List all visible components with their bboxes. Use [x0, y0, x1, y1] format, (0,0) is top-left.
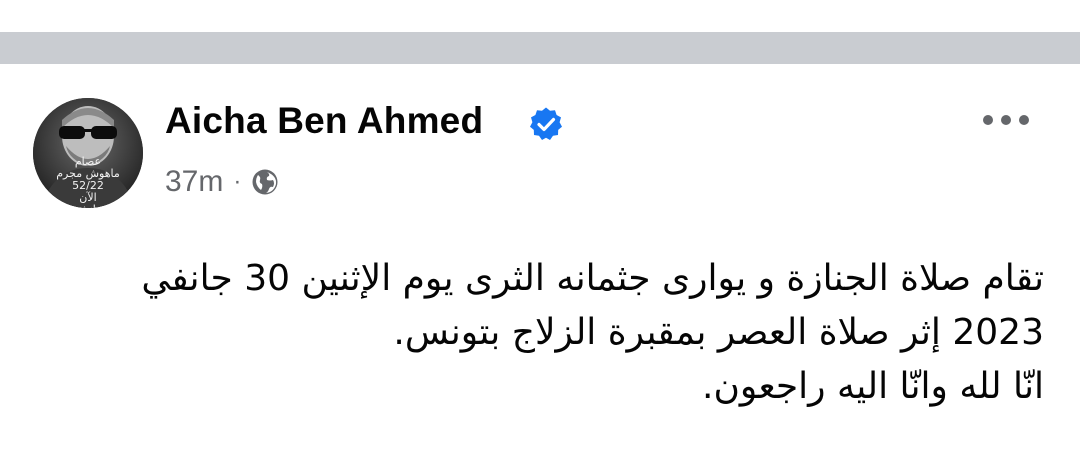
more-options-icon [983, 115, 1029, 125]
post-body-line: تقام صلاة الجنازة و يوارى جثمانه الثرى ي… [141, 258, 1044, 299]
post-meta: 37m · [165, 164, 279, 200]
post-card: عصام ماهوش مجرم 52/22 الآن مانشة Aicha B… [0, 64, 1080, 467]
verified-badge-icon [530, 107, 562, 140]
more-options-button[interactable] [980, 108, 1032, 132]
post-timestamp[interactable]: 37m [165, 165, 223, 199]
avatar-caption: عصام ماهوش مجرم 52/22 الآن مانشة [56, 155, 120, 209]
post-body-line: انّا لله وانّا اليه راجعون. [702, 366, 1044, 407]
post-body: تقام صلاة الجنازة و يوارى جثمانه الثرى ي… [44, 252, 1044, 414]
post-body-line: 2023 إثر صلاة العصر بمقبرة الزلاج بتونس. [393, 312, 1044, 353]
author-name[interactable]: Aicha Ben Ahmed [165, 100, 483, 142]
globe-icon[interactable] [251, 168, 279, 196]
meta-separator: · [233, 168, 242, 195]
feed-divider [0, 32, 1080, 64]
avatar[interactable]: عصام ماهوش مجرم 52/22 الآن مانشة [33, 98, 143, 208]
